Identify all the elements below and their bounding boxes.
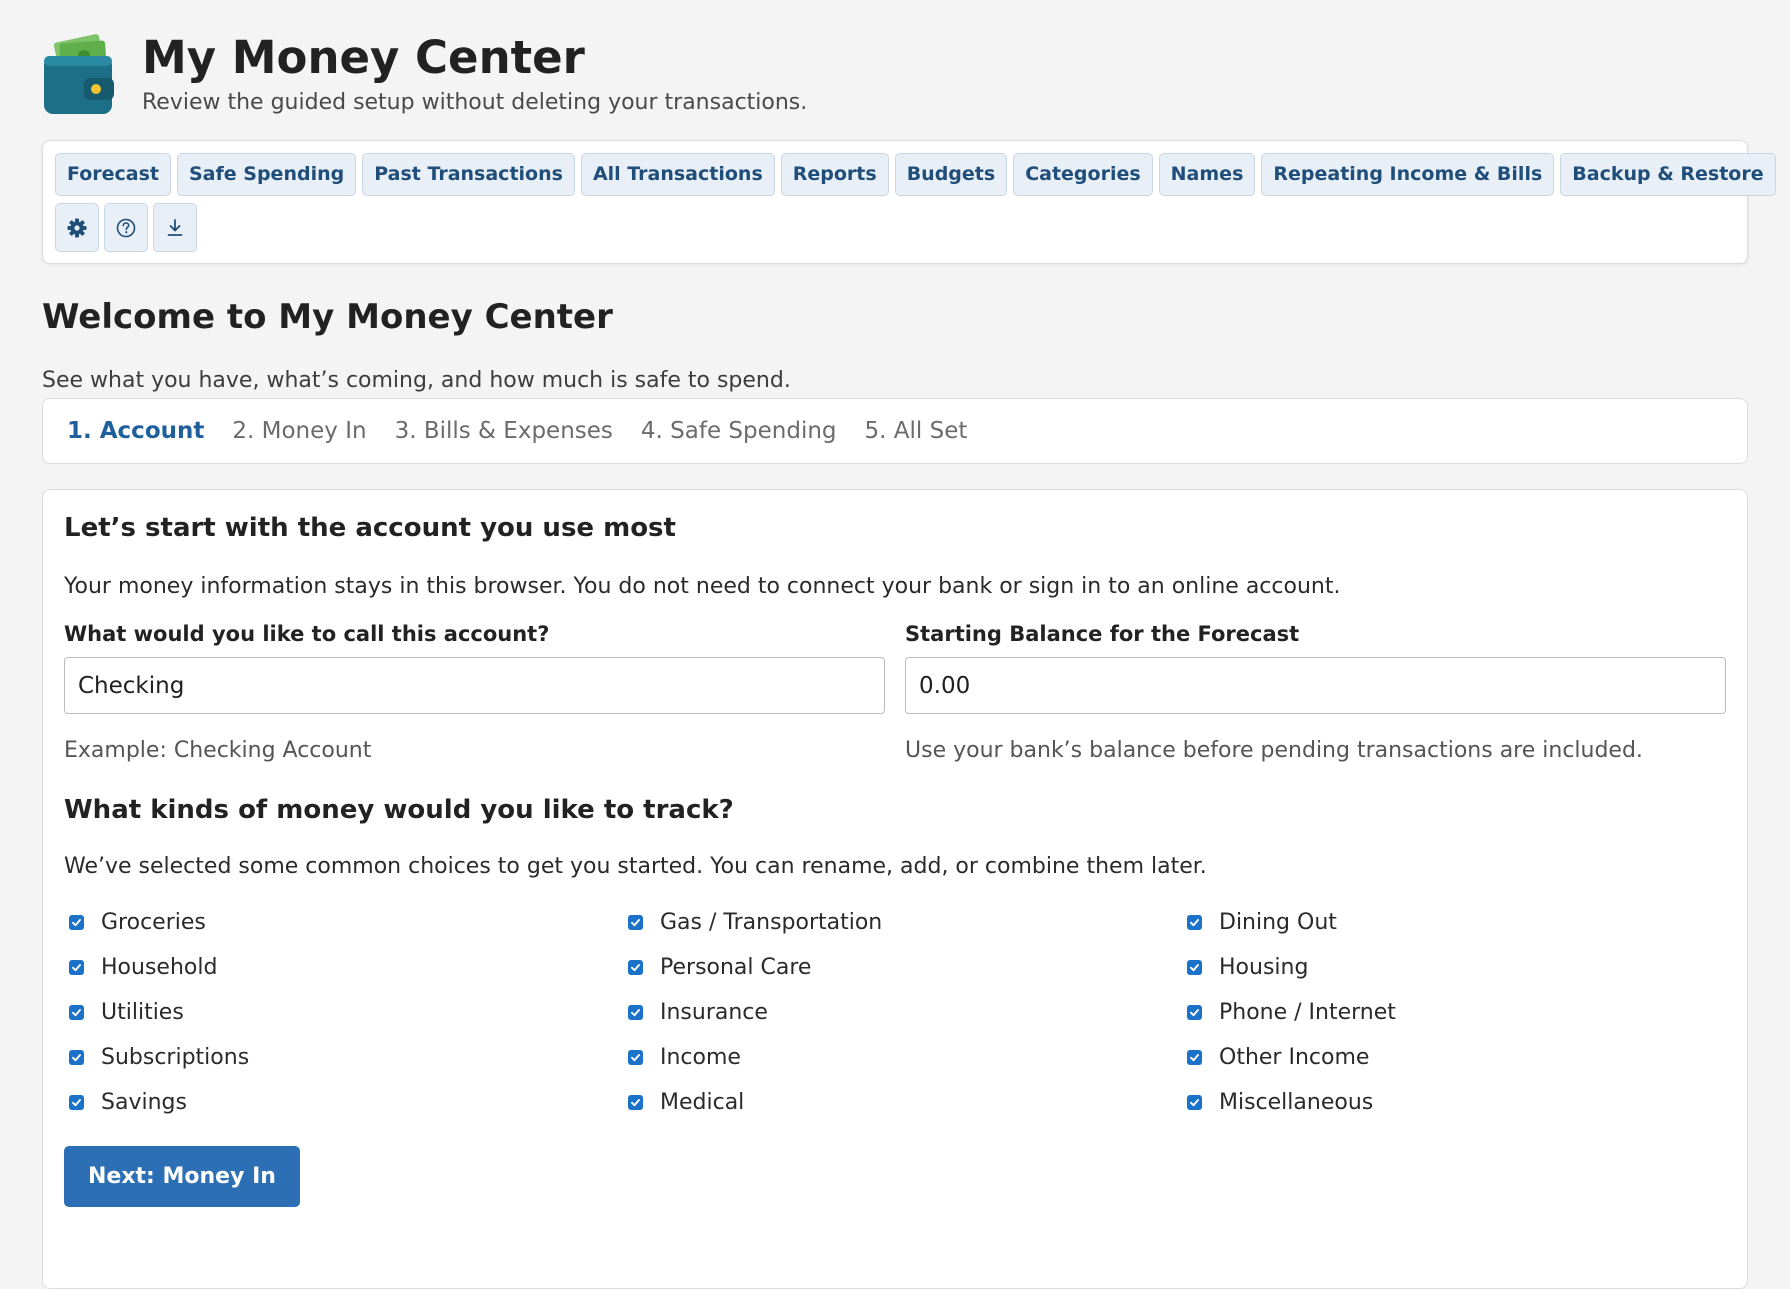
page: My Money Center Review the guided setup … bbox=[0, 0, 1790, 1289]
starting-balance-label: Starting Balance for the Forecast bbox=[905, 622, 1300, 646]
category-label: Housing bbox=[1219, 955, 1309, 980]
checkbox-checked-icon[interactable] bbox=[69, 1005, 84, 1020]
account-name-label: What would you like to call this account… bbox=[64, 622, 550, 646]
checkbox-checked-icon[interactable] bbox=[69, 1050, 84, 1065]
wallet-logo-icon bbox=[42, 34, 120, 120]
main-nav: Forecast Safe Spending Past Transactions… bbox=[42, 140, 1776, 264]
category-label: Gas / Transportation bbox=[660, 910, 883, 935]
step-money-in[interactable]: 2. Money In bbox=[232, 418, 366, 444]
account-name-help: Example: Checking Account bbox=[64, 738, 372, 763]
nav-forecast[interactable]: Forecast bbox=[55, 153, 171, 196]
account-fields: What would you like to call this account… bbox=[64, 620, 1726, 766]
welcome-title: Welcome to My Money Center bbox=[42, 297, 613, 337]
nav-icon-buttons bbox=[55, 203, 1736, 252]
checkbox-checked-icon[interactable] bbox=[69, 915, 84, 930]
category-housing[interactable]: Housing bbox=[1182, 945, 1726, 990]
checkbox-checked-icon[interactable] bbox=[628, 1050, 643, 1065]
help-button[interactable] bbox=[104, 203, 148, 252]
account-intro: Your money information stays in this bro… bbox=[64, 574, 1341, 599]
account-section-title: Let’s start with the account you use mos… bbox=[64, 513, 676, 543]
checkbox-checked-icon[interactable] bbox=[1187, 1095, 1202, 1110]
category-utilities[interactable]: Utilities bbox=[64, 990, 623, 1035]
checkbox-checked-icon[interactable] bbox=[1187, 915, 1202, 930]
starting-balance-group: Starting Balance for the Forecast Use yo… bbox=[905, 620, 1726, 766]
step-bills-expenses[interactable]: 3. Bills & Expenses bbox=[395, 418, 613, 444]
checkbox-checked-icon[interactable] bbox=[1187, 1050, 1202, 1065]
category-income[interactable]: Income bbox=[623, 1035, 1182, 1080]
category-gas-transportation[interactable]: Gas / Transportation bbox=[623, 900, 1182, 945]
welcome-subtitle: See what you have, what’s coming, and ho… bbox=[42, 368, 791, 393]
starting-balance-help: Use your bank’s balance before pending t… bbox=[905, 738, 1643, 763]
category-label: Phone / Internet bbox=[1219, 1000, 1396, 1025]
category-medical[interactable]: Medical bbox=[623, 1080, 1182, 1125]
categories-title: What kinds of money would you like to tr… bbox=[64, 795, 734, 825]
help-icon bbox=[116, 218, 136, 237]
step-safe-spending[interactable]: 4. Safe Spending bbox=[641, 418, 837, 444]
category-groceries[interactable]: Groceries bbox=[64, 900, 623, 945]
app-title-group: My Money Center Review the guided setup … bbox=[142, 30, 807, 118]
category-label: Dining Out bbox=[1219, 910, 1337, 935]
nav-names[interactable]: Names bbox=[1158, 153, 1256, 196]
nav-all-transactions[interactable]: All Transactions bbox=[580, 153, 775, 196]
checkbox-checked-icon[interactable] bbox=[628, 915, 643, 930]
category-other-income[interactable]: Other Income bbox=[1182, 1035, 1726, 1080]
nav-budgets[interactable]: Budgets bbox=[894, 153, 1008, 196]
category-subscriptions[interactable]: Subscriptions bbox=[64, 1035, 623, 1080]
category-label: Groceries bbox=[101, 910, 206, 935]
nav-backup-restore[interactable]: Backup & Restore bbox=[1560, 153, 1776, 196]
category-label: Other Income bbox=[1219, 1045, 1370, 1070]
step-all-set[interactable]: 5. All Set bbox=[865, 418, 968, 444]
account-name-input[interactable] bbox=[64, 657, 885, 714]
category-insurance[interactable]: Insurance bbox=[623, 990, 1182, 1035]
checkbox-checked-icon[interactable] bbox=[69, 1095, 84, 1110]
category-label: Miscellaneous bbox=[1219, 1090, 1374, 1115]
download-button[interactable] bbox=[153, 203, 197, 252]
checkbox-checked-icon[interactable] bbox=[628, 960, 643, 975]
nav-past-transactions[interactable]: Past Transactions bbox=[362, 153, 575, 196]
account-name-group: What would you like to call this account… bbox=[64, 620, 885, 766]
checkbox-checked-icon[interactable] bbox=[628, 1095, 643, 1110]
category-label: Insurance bbox=[660, 1000, 768, 1025]
nav-categories[interactable]: Categories bbox=[1013, 153, 1153, 196]
category-label: Income bbox=[660, 1045, 741, 1070]
step-account[interactable]: 1. Account bbox=[67, 418, 204, 444]
checkbox-checked-icon[interactable] bbox=[1187, 1005, 1202, 1020]
gear-icon bbox=[67, 218, 87, 237]
download-icon bbox=[167, 218, 183, 236]
checkbox-checked-icon[interactable] bbox=[69, 960, 84, 975]
category-savings[interactable]: Savings bbox=[64, 1080, 623, 1125]
category-miscellaneous[interactable]: Miscellaneous bbox=[1182, 1080, 1726, 1125]
category-label: Personal Care bbox=[660, 955, 812, 980]
category-dining-out[interactable]: Dining Out bbox=[1182, 900, 1726, 945]
category-household[interactable]: Household bbox=[64, 945, 623, 990]
checkbox-checked-icon[interactable] bbox=[1187, 960, 1202, 975]
checkbox-checked-icon[interactable] bbox=[628, 1005, 643, 1020]
nav-repeating-income-bills[interactable]: Repeating Income & Bills bbox=[1261, 153, 1555, 196]
nav-tabs: Forecast Safe Spending Past Transactions… bbox=[55, 153, 1776, 196]
category-personal-care[interactable]: Personal Care bbox=[623, 945, 1182, 990]
account-setup-form: Let’s start with the account you use mos… bbox=[42, 489, 1748, 1289]
category-label: Medical bbox=[660, 1090, 745, 1115]
category-checkbox-grid: Groceries Gas / Transportation Dining Ou… bbox=[64, 900, 1726, 1125]
nav-safe-spending[interactable]: Safe Spending bbox=[177, 153, 357, 196]
setup-steps: 1. Account 2. Money In 3. Bills & Expens… bbox=[42, 398, 1748, 464]
category-label: Savings bbox=[101, 1090, 187, 1115]
category-label: Utilities bbox=[101, 1000, 184, 1025]
category-phone-internet[interactable]: Phone / Internet bbox=[1182, 990, 1726, 1035]
category-label: Subscriptions bbox=[101, 1045, 250, 1070]
nav-reports[interactable]: Reports bbox=[780, 153, 889, 196]
app-header: My Money Center Review the guided setup … bbox=[42, 0, 1748, 140]
starting-balance-input[interactable] bbox=[905, 657, 1726, 714]
next-money-in-button[interactable]: Next: Money In bbox=[64, 1146, 300, 1207]
category-label: Household bbox=[101, 955, 218, 980]
app-subtitle: Review the guided setup without deleting… bbox=[142, 90, 808, 115]
settings-button[interactable] bbox=[55, 203, 99, 252]
categories-intro: We’ve selected some common choices to ge… bbox=[64, 854, 1207, 879]
app-title: My Money Center bbox=[142, 31, 585, 84]
